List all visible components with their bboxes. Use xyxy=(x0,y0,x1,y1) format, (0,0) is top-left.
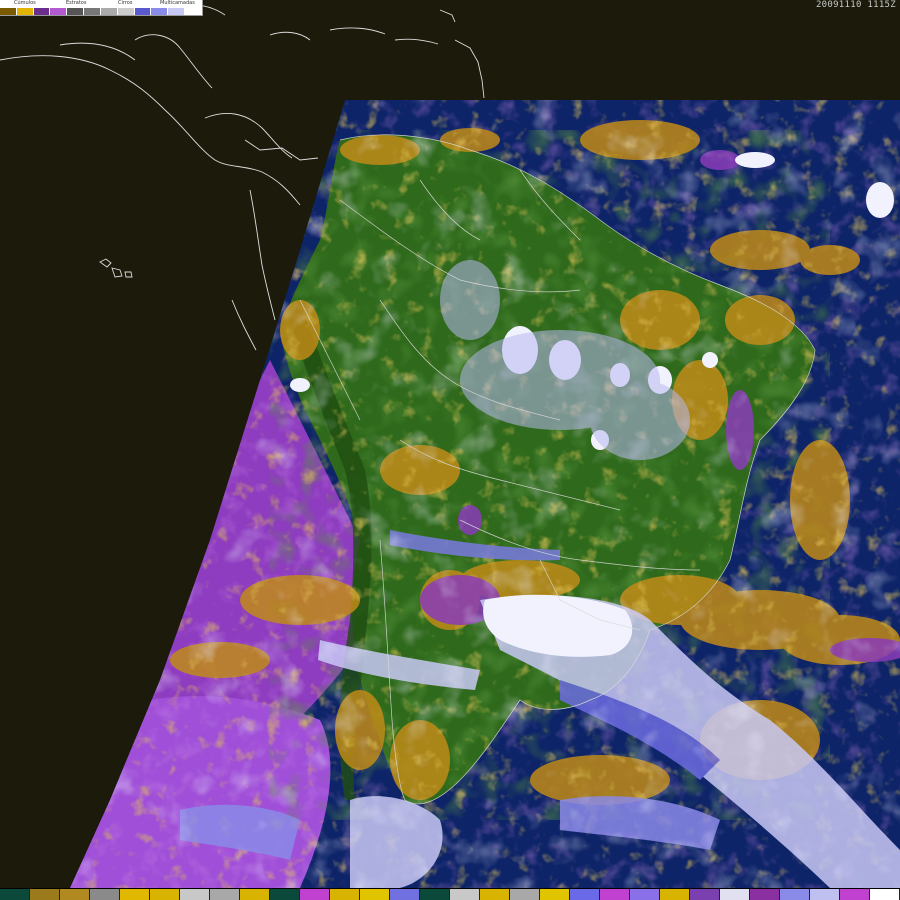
legend-label-stratus: Estratos xyxy=(66,0,87,6)
color-bar-swatch xyxy=(150,889,180,900)
satellite-map-svg xyxy=(0,0,900,900)
image-timestamp: 20091110 1115Z xyxy=(815,0,896,10)
color-bar-swatch xyxy=(660,889,690,900)
cloud-type-legend: Cúmulos Estratos Cirros Multicamadas xyxy=(0,0,203,16)
color-bar-swatch xyxy=(120,889,150,900)
color-bar-swatch xyxy=(0,889,30,900)
legend-swatch xyxy=(0,8,17,15)
color-bar-swatch xyxy=(90,889,120,900)
color-bar-swatch xyxy=(360,889,390,900)
color-bar-swatch xyxy=(210,889,240,900)
color-bar-swatch xyxy=(690,889,720,900)
legend-swatch xyxy=(185,8,202,15)
legend-swatch xyxy=(16,8,34,15)
color-bar-swatch xyxy=(630,889,660,900)
color-bar-swatch xyxy=(300,889,330,900)
color-bar-swatch xyxy=(570,889,600,900)
color-bar-swatch xyxy=(60,889,90,900)
color-bar-swatch xyxy=(540,889,570,900)
legend-swatch xyxy=(33,8,51,15)
color-bar-swatch xyxy=(480,889,510,900)
color-bar-swatch xyxy=(600,889,630,900)
legend-swatch xyxy=(100,8,118,15)
legend-label-cirrus: Cirros xyxy=(118,0,133,6)
legend-labels: Cúmulos Estratos Cirros Multicamadas xyxy=(0,0,202,7)
color-bar-swatch xyxy=(870,889,900,900)
legend-swatch xyxy=(117,8,135,15)
bottom-color-bar xyxy=(0,888,900,900)
legend-swatch xyxy=(84,8,101,15)
color-bar-swatch xyxy=(780,889,810,900)
color-bar-swatch xyxy=(390,889,420,900)
color-bar-swatch xyxy=(510,889,540,900)
color-bar-swatch xyxy=(810,889,840,900)
color-bar-swatch xyxy=(840,889,870,900)
legend-swatch xyxy=(168,8,186,15)
legend-label-cumulus: Cúmulos xyxy=(14,0,36,6)
legend-swatch xyxy=(151,8,169,15)
color-bar-swatch xyxy=(180,889,210,900)
color-bar-swatch xyxy=(330,889,360,900)
color-bar-swatch xyxy=(270,889,300,900)
color-bar-swatch xyxy=(720,889,750,900)
legend-swatch xyxy=(67,8,85,15)
legend-swatch xyxy=(134,8,152,15)
legend-swatches xyxy=(0,8,202,15)
legend-label-multilayer: Multicamadas xyxy=(160,0,195,6)
color-bar-swatch xyxy=(30,889,60,900)
satellite-image xyxy=(0,0,900,900)
legend-swatch xyxy=(50,8,68,15)
color-bar-swatch xyxy=(420,889,450,900)
color-bar-swatch xyxy=(240,889,270,900)
color-bar-swatch xyxy=(750,889,780,900)
color-bar-swatch xyxy=(450,889,480,900)
